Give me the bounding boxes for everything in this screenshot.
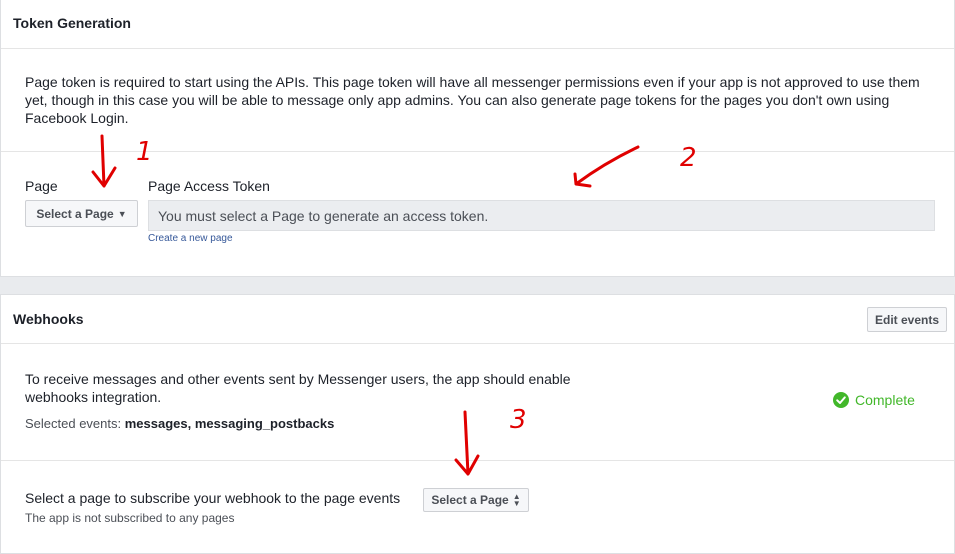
webhooks-description: To receive messages and other events sen… xyxy=(25,371,571,405)
webhooks-status-text: Complete xyxy=(855,392,915,408)
webhooks-header: Webhooks Edit events xyxy=(1,295,954,344)
token-generation-divider xyxy=(1,151,954,152)
edit-events-button-label: Edit events xyxy=(874,312,940,327)
subscription-status: The app is not subscribed to any pages xyxy=(25,511,235,525)
select-page-button-label: Select a Page xyxy=(36,206,114,221)
create-new-page-link[interactable]: Create a new page xyxy=(148,233,233,244)
selected-events-label: Selected events: xyxy=(25,416,122,431)
webhooks-status: Complete xyxy=(833,392,915,408)
page-access-token-field[interactable]: You must select a Page to generate an ac… xyxy=(148,200,935,231)
select-page-button[interactable]: Select a Page ▼ xyxy=(25,200,138,227)
page-access-token-label: Page Access Token xyxy=(148,178,270,194)
token-generation-header: Token Generation xyxy=(1,0,954,49)
subscribe-text: Select a page to subscribe your webhook … xyxy=(25,490,401,506)
webhooks-title: Webhooks xyxy=(13,311,84,327)
subscribe-select-page-button[interactable]: Select a Page ▲ ▼ xyxy=(423,488,529,512)
edit-events-button[interactable]: Edit events xyxy=(867,307,947,332)
check-circle-icon xyxy=(833,392,849,408)
page-label: Page xyxy=(25,178,58,194)
webhooks-divider xyxy=(1,460,954,461)
page-access-token-placeholder: You must select a Page to generate an ac… xyxy=(158,207,489,224)
subscribe-select-page-label: Select a Page xyxy=(431,493,509,507)
token-generation-description: Page token is required to start using th… xyxy=(25,74,920,126)
caret-down-icon: ▼ xyxy=(117,208,127,219)
selected-events-value: messages, messaging_postbacks xyxy=(124,416,335,431)
webhooks-panel: Webhooks Edit events To receive messages… xyxy=(0,294,955,554)
selected-events: Selected events: messages, messaging_pos… xyxy=(25,416,334,431)
token-generation-panel: Token Generation Page token is required … xyxy=(0,0,955,277)
sort-arrows-icon: ▲ ▼ xyxy=(512,492,521,508)
token-generation-title: Token Generation xyxy=(13,15,131,31)
